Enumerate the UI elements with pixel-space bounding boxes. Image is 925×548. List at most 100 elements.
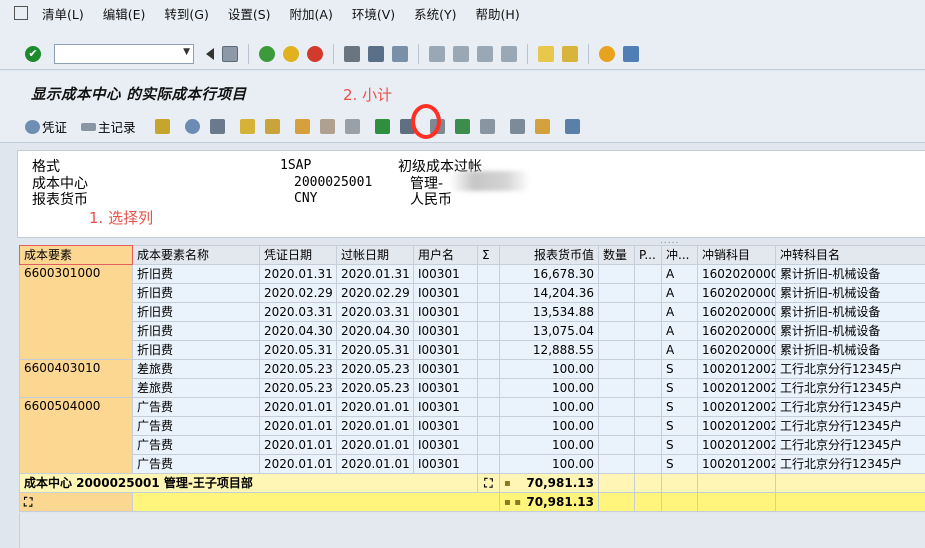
cell-offset-name[interactable]: 累计折旧-机械设备 <box>775 283 925 303</box>
subtotal-row[interactable]: 成本中心 2000025001 管理-王子项目部 ⛶ ▪ 70,981.13 <box>19 473 925 493</box>
print-icon[interactable] <box>344 45 360 62</box>
menu-help[interactable]: 帮助(H) <box>476 4 520 23</box>
cell-offset-type[interactable]: S <box>661 435 698 455</box>
cell-posting-date[interactable]: 2020.04.30 <box>336 321 414 341</box>
cell-user[interactable]: I00301 <box>413 435 478 455</box>
subtotal-expand-icon[interactable]: ⛶ <box>477 473 500 493</box>
column-optimize-icon[interactable] <box>344 119 360 134</box>
window-menu-icon[interactable] <box>14 6 28 20</box>
cost-element-cell[interactable]: 6600301000 <box>19 264 133 360</box>
cell-posting-date[interactable]: 2020.02.29 <box>336 283 414 303</box>
table-row[interactable]: 广告费 2020.01.01 2020.01.01 I00301 100.00 … <box>20 416 925 436</box>
cell-user[interactable]: I00301 <box>413 416 478 436</box>
cell-posting-date[interactable]: 2020.01.01 <box>336 397 414 417</box>
cell-doc-date[interactable]: 2020.05.31 <box>259 340 337 360</box>
enter-check-icon[interactable]: ✔ <box>25 45 41 62</box>
sendto-icon[interactable] <box>479 119 495 134</box>
menu-goto[interactable]: 转到(G) <box>164 4 208 23</box>
cell-amount[interactable]: 100.00 <box>499 435 599 455</box>
cell-offset-name[interactable]: 工行北京分行12345户 <box>775 454 925 474</box>
cell-offset-name[interactable]: 工行北京分行12345户 <box>775 359 925 379</box>
cell-posting-date[interactable]: 2020.01.31 <box>336 264 414 284</box>
cell-amount[interactable]: 100.00 <box>499 359 599 379</box>
cell-doc-date[interactable]: 2020.01.01 <box>259 416 337 436</box>
cell-offset-type[interactable]: S <box>661 378 698 398</box>
col-header-cost-element[interactable]: 成本要素 <box>19 245 133 265</box>
find-next-icon[interactable] <box>392 45 408 62</box>
cell-name[interactable]: 广告费 <box>132 454 260 474</box>
command-field[interactable]: ▼ <box>54 43 194 64</box>
chevron-down-icon[interactable]: ▼ <box>183 47 190 57</box>
cell-offset-type[interactable]: S <box>661 416 698 436</box>
col-header-element-name[interactable]: 成本要素名称 <box>132 245 260 265</box>
table-row[interactable]: 6600403010 差旅费 2020.05.23 2020.05.23 I00… <box>19 359 925 398</box>
cell-offset-name[interactable]: 工行北京分行12345户 <box>775 397 925 417</box>
col-header-offset-account[interactable]: 冲销科目 <box>697 245 776 265</box>
total-expand-icon[interactable]: ⛶ <box>19 492 133 512</box>
cell-user[interactable]: I00301 <box>413 283 478 303</box>
previous-page-icon[interactable] <box>453 45 469 62</box>
cell-posting-date[interactable]: 2020.05.31 <box>336 340 414 360</box>
cell-offset-type[interactable]: A <box>661 302 698 322</box>
cell-offset-type[interactable]: S <box>661 359 698 379</box>
sort-ascending-icon[interactable] <box>239 119 255 134</box>
cell-posting-date[interactable]: 2020.01.01 <box>336 435 414 455</box>
cell-doc-date[interactable]: 2020.01.01 <box>259 397 337 417</box>
cell-amount[interactable]: 13,075.04 <box>499 321 599 341</box>
table-row[interactable]: 差旅费 2020.05.23 2020.05.23 I00301 100.00 … <box>20 378 925 398</box>
col-header-posting-date[interactable]: 过帐日期 <box>336 245 414 265</box>
cell-name[interactable]: 广告费 <box>132 397 260 417</box>
first-page-icon[interactable] <box>429 45 445 62</box>
cell-doc-date[interactable]: 2020.05.23 <box>259 378 337 398</box>
cell-offset-name[interactable]: 累计折旧-机械设备 <box>775 340 925 360</box>
total-row[interactable]: ⛶ ▪ ▪ 70,981.13 <box>19 492 925 512</box>
col-header-sum-flag[interactable]: Σ <box>477 245 500 265</box>
cost-element-cell[interactable]: 6600504000 <box>19 397 133 474</box>
col-header-offset-type[interactable]: 冲... <box>661 245 698 265</box>
cell-doc-date[interactable]: 2020.01.01 <box>259 435 337 455</box>
cell-offset-account[interactable]: 1002012002 <box>697 454 776 474</box>
choose-layout-icon[interactable] <box>509 119 525 134</box>
cell-offset-type[interactable]: A <box>661 321 698 341</box>
cell-doc-date[interactable]: 2020.03.31 <box>259 302 337 322</box>
layout-icon[interactable] <box>294 119 310 134</box>
col-header-user[interactable]: 用户名 <box>413 245 478 265</box>
table-row[interactable]: 折旧费 2020.05.31 2020.05.31 I00301 12,888.… <box>20 340 925 360</box>
cell-name[interactable]: 折旧费 <box>132 321 260 341</box>
table-row[interactable]: 折旧费 2020.03.31 2020.03.31 I00301 13,534.… <box>20 302 925 322</box>
voucher-button[interactable]: 凭证 <box>25 117 67 136</box>
table-row[interactable]: 广告费 2020.01.01 2020.01.01 I00301 100.00 … <box>20 435 925 455</box>
cell-offset-type[interactable]: S <box>661 454 698 474</box>
sum-icon[interactable] <box>374 119 390 134</box>
save-icon[interactable] <box>222 45 238 62</box>
column-icon[interactable] <box>319 119 335 134</box>
cell-offset-account[interactable]: 1602020000 <box>697 283 776 303</box>
cell-offset-name[interactable]: 累计折旧-机械设备 <box>775 321 925 341</box>
cell-amount[interactable]: 14,204.36 <box>499 283 599 303</box>
cell-offset-account[interactable]: 1002012002 <box>697 397 776 417</box>
cell-offset-type[interactable]: A <box>661 340 698 360</box>
cell-offset-name[interactable]: 累计折旧-机械设备 <box>775 302 925 322</box>
cell-doc-date[interactable]: 2020.05.23 <box>259 359 337 379</box>
menu-list[interactable]: 清单(L) <box>42 4 84 23</box>
col-header-p[interactable]: P... <box>634 245 662 265</box>
cell-amount[interactable]: 16,678.30 <box>499 264 599 284</box>
table-row[interactable]: 广告费 2020.01.01 2020.01.01 I00301 100.00 … <box>20 454 925 474</box>
cell-offset-account[interactable]: 1602020000 <box>697 264 776 284</box>
next-page-icon[interactable] <box>477 45 493 62</box>
cell-posting-date[interactable]: 2020.01.01 <box>336 416 414 436</box>
cell-doc-date[interactable]: 2020.02.29 <box>259 283 337 303</box>
cell-offset-type[interactable]: S <box>661 397 698 417</box>
new-session-icon[interactable] <box>538 45 554 62</box>
back-arrow-icon[interactable] <box>206 47 214 60</box>
cell-amount[interactable]: 12,888.55 <box>499 340 599 360</box>
menu-system[interactable]: 系统(Y) <box>414 4 456 23</box>
cell-name[interactable]: 折旧费 <box>132 302 260 322</box>
col-header-amount[interactable]: 报表货币值 <box>499 245 599 265</box>
info-icon[interactable] <box>564 119 580 134</box>
cell-user[interactable]: I00301 <box>413 397 478 417</box>
cell-posting-date[interactable]: 2020.01.01 <box>336 454 414 474</box>
shortcut-icon[interactable] <box>562 45 578 62</box>
cell-amount[interactable]: 100.00 <box>499 416 599 436</box>
cell-offset-account[interactable]: 1602020000 <box>697 321 776 341</box>
